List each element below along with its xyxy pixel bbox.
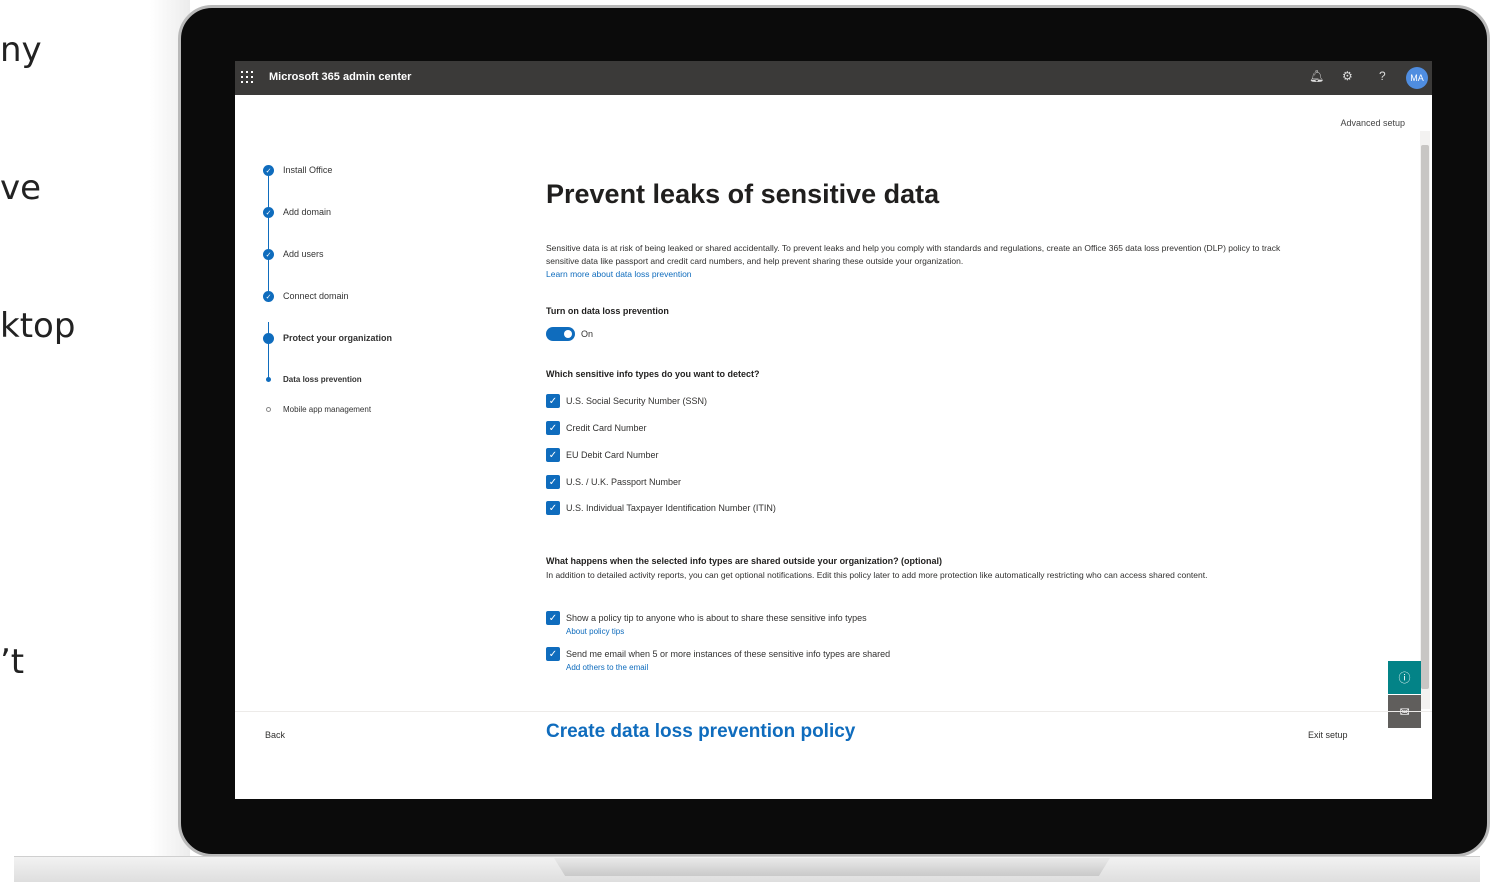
check-icon: ✓ — [263, 249, 274, 260]
step-line — [268, 176, 269, 302]
checkbox-ssn[interactable]: ✓ — [546, 394, 560, 408]
checkbox-label: Credit Card Number — [566, 423, 647, 433]
checkbox-label: Show a policy tip to anyone who is about… — [566, 613, 867, 623]
types-heading: Which sensitive info types do you want t… — [546, 369, 760, 379]
checkbox-eu-debit-card[interactable]: ✓ — [546, 448, 560, 462]
checkbox-passport[interactable]: ✓ — [546, 475, 560, 489]
create-policy-button[interactable]: Create data loss prevention policy — [546, 721, 855, 743]
back-button[interactable]: Back — [265, 730, 285, 740]
check-icon: ✓ — [263, 165, 274, 176]
current-step-icon — [263, 333, 274, 344]
learn-more-link[interactable]: Learn more about data loss prevention — [546, 269, 692, 279]
add-others-link[interactable]: Add others to the email — [566, 663, 648, 672]
step-line — [268, 322, 269, 380]
advanced-setup-link[interactable]: Advanced setup — [1340, 118, 1405, 128]
checkbox-policy-tip[interactable]: ✓ — [546, 611, 560, 625]
checkbox-label: Send me email when 5 or more instances o… — [566, 649, 891, 659]
checkbox-credit-card[interactable]: ✓ — [546, 421, 560, 435]
toggle-state-label: On — [581, 329, 594, 339]
current-substep-dot — [266, 377, 271, 382]
top-bar: Microsoft 365 admin center 🔔︎ ⚙ ? MA — [235, 61, 1432, 95]
gear-icon[interactable]: ⚙ — [1342, 69, 1353, 83]
scrollbar-thumb[interactable] — [1421, 145, 1429, 689]
slide-text-1: ny — [0, 30, 42, 70]
pending-substep-dot — [266, 407, 271, 412]
about-policy-tips-link[interactable]: About policy tips — [566, 627, 624, 636]
app-launcher-icon[interactable] — [241, 71, 253, 83]
check-icon: ✓ — [263, 207, 274, 218]
app-title[interactable]: Microsoft 365 admin center — [269, 71, 411, 83]
checkbox-label: U.S. Individual Taxpayer Identification … — [566, 503, 776, 513]
footer-divider — [235, 711, 1432, 712]
slide-text-3: ktop — [0, 306, 76, 346]
shared-heading: What happens when the selected info type… — [546, 556, 943, 566]
admin-center-screen: Microsoft 365 admin center 🔔︎ ⚙ ? MA Adv… — [235, 61, 1432, 799]
checkbox-label: U.S. / U.K. Passport Number — [566, 477, 682, 487]
slide-text-4: ’t — [0, 642, 25, 682]
avatar[interactable]: MA — [1406, 67, 1428, 89]
checkbox-itin[interactable]: ✓ — [546, 501, 560, 515]
bell-icon[interactable]: 🔔︎ — [1309, 69, 1324, 83]
checkbox-email[interactable]: ✓ — [546, 647, 560, 661]
dlp-toggle[interactable] — [546, 327, 575, 341]
page-title: Prevent leaks of sensitive data — [546, 179, 940, 209]
shared-description: In addition to detailed activity reports… — [546, 570, 1208, 580]
checkbox-label: EU Debit Card Number — [566, 450, 659, 460]
slide-text-2: ve — [0, 168, 42, 208]
exit-setup-button[interactable]: Exit setup — [1308, 730, 1348, 740]
laptop-notch — [554, 858, 1110, 876]
help-float-button[interactable]: ⓘ — [1388, 661, 1421, 694]
checkbox-label: U.S. Social Security Number (SSN) — [566, 396, 708, 406]
check-icon: ✓ — [263, 291, 274, 302]
help-icon[interactable]: ? — [1379, 69, 1386, 83]
toggle-heading: Turn on data loss prevention — [546, 306, 669, 316]
page-description: Sensitive data is at risk of being leake… — [546, 243, 1281, 279]
